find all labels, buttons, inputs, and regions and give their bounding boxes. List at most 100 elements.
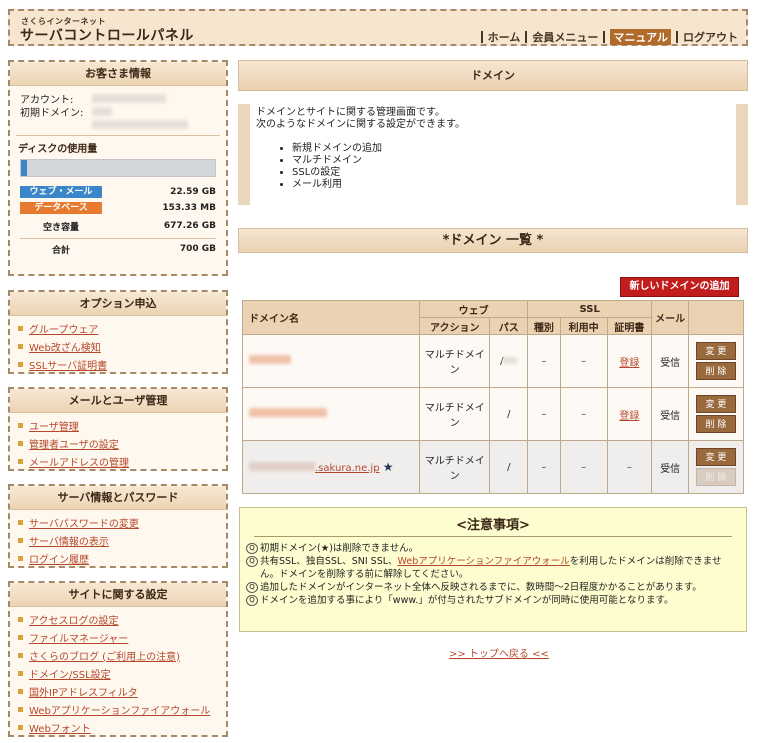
- menu-server-password[interactable]: サーバパスワードの変更: [10, 513, 226, 531]
- options-title: オプション申込: [10, 292, 226, 316]
- menu-web-font[interactable]: Webフォント: [10, 718, 226, 736]
- free-value: 677.26 GB: [163, 221, 216, 231]
- menu-server-password-link[interactable]: サーバパスワードの変更: [29, 515, 139, 530]
- path-cell: /: [489, 440, 529, 494]
- question-icon: Q: [246, 543, 258, 554]
- menu-groupware-link[interactable]: グループウェア: [29, 321, 98, 336]
- menu-admin-user[interactable]: 管理者ユーザの設定: [10, 434, 226, 452]
- menu-access-log[interactable]: アクセスログの設定: [10, 610, 226, 628]
- buttons-cell: 変 更 削 除: [687, 440, 745, 494]
- domain-cell: [241, 387, 421, 441]
- action-cell: マルチドメイン: [419, 387, 491, 441]
- feature-item: マルチドメイン: [292, 155, 730, 167]
- menu-waf[interactable]: Webアプリケーションファイアウォール: [10, 700, 226, 718]
- nav-member-menu[interactable]: 会員メニュー: [532, 29, 598, 45]
- mail-cell: 受信: [651, 440, 689, 494]
- mail-user-box: メールとユーザ管理 ユーザ管理 管理者ユーザの設定 メールアドレスの管理: [8, 387, 228, 471]
- menu-web-tamper[interactable]: Web改ざん検知: [10, 337, 226, 355]
- menu-waf-link[interactable]: Webアプリケーションファイアウォール: [29, 702, 210, 717]
- nav-manual[interactable]: マニュアル: [610, 29, 671, 45]
- menu-user-mgmt-link[interactable]: ユーザ管理: [29, 418, 79, 433]
- menu-ip-filter[interactable]: 国外IPアドレスフィルタ: [10, 682, 226, 700]
- customer-info-box: お客さま情報 アカウント: 初期ドメイン: ディスクの使用量 ウェブ・メール 2…: [8, 60, 228, 276]
- web-mail-value: 22.59 GB: [170, 187, 216, 197]
- menu-ip-filter-link[interactable]: 国外IPアドレスフィルタ: [29, 684, 138, 699]
- waf-link[interactable]: Webアプリケーションファイアウォール: [398, 556, 570, 567]
- mail-cell: 受信: [651, 334, 689, 388]
- mail-user-title: メールとユーザ管理: [10, 389, 226, 413]
- header: さくらインターネット サーバコントロールパネル ホーム 会員メニュー マニュアル…: [8, 9, 748, 46]
- menu-ssl-cert[interactable]: SSLサーバ証明書: [10, 355, 226, 373]
- menu-admin-user-link[interactable]: 管理者ユーザの設定: [29, 436, 119, 451]
- menu-server-info-link[interactable]: サーバ情報の表示: [29, 533, 109, 548]
- total-value: 700 GB: [179, 244, 216, 254]
- total-label: 合計: [51, 245, 70, 256]
- menu-web-font-link[interactable]: Webフォント: [29, 720, 91, 735]
- menu-login-history-link[interactable]: ログイン履歴: [29, 551, 89, 566]
- delete-button[interactable]: 削 除: [695, 415, 736, 433]
- domain-link[interactable]: .sakura.ne.jp: [315, 463, 380, 474]
- delete-button-disabled: 削 除: [695, 468, 736, 486]
- menu-server-info[interactable]: サーバ情報の表示: [10, 531, 226, 549]
- menu-file-manager[interactable]: ファイルマネージャー: [10, 628, 226, 646]
- initial-domain-label: 初期ドメイン:: [20, 108, 84, 119]
- disk-row-database: データベース 153.33 MB: [20, 200, 216, 216]
- disk-usage-fill: [21, 160, 27, 176]
- back-to-top-link[interactable]: >> トップへ戻る <<: [449, 645, 549, 660]
- nav-home[interactable]: ホーム: [488, 29, 521, 45]
- cert-cell: 登録: [606, 334, 653, 388]
- note-item: Q 初期ドメイン(★)は削除できません。: [240, 542, 746, 555]
- menu-login-history[interactable]: ログイン履歴: [10, 549, 226, 567]
- add-domain-button[interactable]: 新しいドメインの追加: [620, 277, 739, 297]
- menu-sakura-blog[interactable]: さくらのブログ (ご利用上の注意): [10, 646, 226, 664]
- change-button[interactable]: 変 更: [695, 448, 736, 466]
- mail-cell: 受信: [651, 387, 689, 441]
- initial-domain-row: 初期ドメイン:: [10, 105, 226, 119]
- menu-user-mgmt[interactable]: ユーザ管理: [10, 416, 226, 434]
- menu-file-manager-link[interactable]: ファイルマネージャー: [29, 630, 128, 645]
- free-label: 空き容量: [42, 222, 79, 233]
- nav-logout[interactable]: ログアウト: [683, 29, 738, 45]
- customer-info-title: お客さま情報: [10, 62, 226, 86]
- cert-register-link[interactable]: 登録: [619, 411, 639, 422]
- menu-mail-address-link[interactable]: メールアドレスの管理: [29, 454, 129, 469]
- options-box: オプション申込 グループウェア Web改ざん検知 SSLサーバ証明書: [8, 290, 228, 374]
- action-cell: マルチドメイン: [419, 334, 491, 388]
- desc-line-2: 次のようなドメインに関する設定ができます。: [256, 119, 465, 130]
- inuse-cell: –: [559, 387, 608, 441]
- star-icon: ★: [382, 460, 394, 474]
- domain-description: ドメインとサイトに関する管理画面です。 次のようなドメインに関する設定ができます…: [238, 104, 748, 205]
- col-inuse: 利用中: [559, 317, 608, 335]
- menu-domain-ssl[interactable]: ドメイン/SSL設定: [10, 664, 226, 682]
- question-icon: Q: [246, 582, 258, 593]
- site-settings-box: サイトに関する設定 アクセスログの設定 ファイルマネージャー さくらのブログ (…: [8, 581, 228, 737]
- domain-redacted[interactable]: [249, 408, 327, 417]
- table-row: マルチドメイン / – – 登録 受信 変 更 削 除: [241, 387, 745, 441]
- type-cell: –: [527, 387, 561, 441]
- delete-button[interactable]: 削 除: [695, 362, 736, 380]
- menu-mail-address[interactable]: メールアドレスの管理: [10, 452, 226, 470]
- domain-list-title: *ドメイン 一覧 *: [238, 228, 748, 253]
- cert-register-link[interactable]: 登録: [619, 358, 639, 369]
- cert-cell: –: [606, 440, 653, 494]
- menu-web-tamper-link[interactable]: Web改ざん検知: [29, 339, 101, 354]
- change-button[interactable]: 変 更: [695, 342, 736, 360]
- domain-table: ドメイン名 ウェブ SSL メール アクション パス 種別 利用中 証明書 マル…: [241, 300, 745, 494]
- menu-groupware[interactable]: グループウェア: [10, 319, 226, 337]
- inuse-cell: –: [559, 440, 608, 494]
- disk-usage-bar: [20, 159, 216, 177]
- cert-cell: 登録: [606, 387, 653, 441]
- menu-domain-ssl-link[interactable]: ドメイン/SSL設定: [29, 666, 111, 681]
- col-type: 種別: [527, 317, 561, 335]
- web-mail-label: ウェブ・メール: [20, 186, 102, 198]
- menu-sakura-blog-link[interactable]: さくらのブログ (ご利用上の注意): [29, 648, 180, 663]
- menu-access-log-link[interactable]: アクセスログの設定: [29, 612, 119, 627]
- logo[interactable]: サーバコントロールパネル: [20, 25, 194, 45]
- change-button[interactable]: 変 更: [695, 395, 736, 413]
- disk-row-free: 空き容量 677.26 GB: [20, 216, 216, 236]
- col-ssl: SSL: [527, 300, 653, 318]
- disk-row-web-mail: ウェブ・メール 22.59 GB: [20, 184, 216, 200]
- domain-redacted[interactable]: [249, 355, 291, 364]
- feature-list: 新規ドメインの追加 マルチドメイン SSLの設定 メール利用: [292, 143, 730, 191]
- menu-ssl-cert-link[interactable]: SSLサーバ証明書: [29, 357, 107, 372]
